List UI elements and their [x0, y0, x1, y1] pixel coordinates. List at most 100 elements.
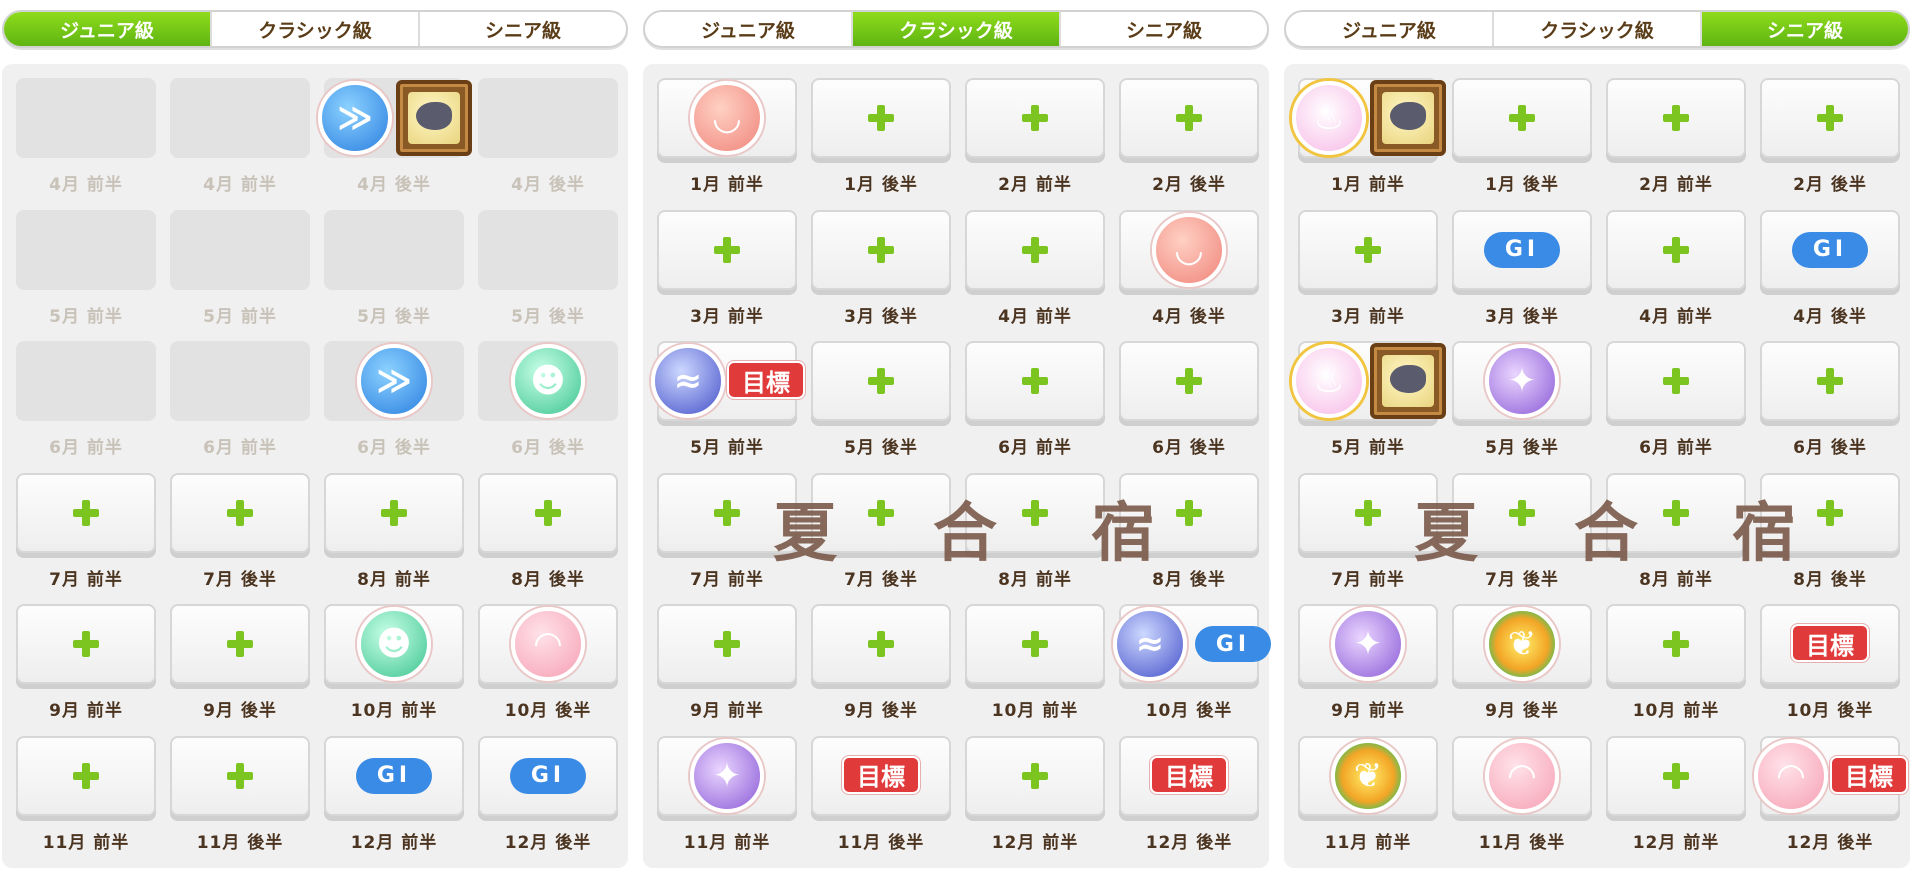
add-race-plus-icon [714, 499, 740, 526]
race-slot-button[interactable] [1760, 78, 1900, 158]
turn-label: 7月 前半 [49, 569, 123, 590]
schedule-panel: ジュニア級 クラシック級 シニア級 ◡ 1月 前半 1月 後半 2月 前半 2月 後半 3月 前… [641, 6, 1271, 868]
race-slot-button[interactable] [965, 604, 1105, 684]
race-slot-button [170, 341, 310, 421]
race-slot-button[interactable] [965, 735, 1105, 816]
race-slot-button[interactable] [1760, 341, 1900, 421]
race-slot-button[interactable] [170, 735, 310, 816]
support-card-icon [1370, 343, 1446, 419]
race-slot-button[interactable] [1119, 78, 1259, 158]
guts-training-icon: ☻ [511, 344, 585, 418]
race-slot-cell: 6月 前半 [965, 341, 1119, 471]
race-grid: ♨ 1月 前半 1月 後半 2月 前半 2月 後半 3月 前半 GI 3月 後半 4月 前半 GI… [1284, 64, 1910, 868]
add-race-plus-icon [73, 631, 99, 657]
tab-classic[interactable]: クラシック級 [1494, 12, 1702, 46]
onsen-training-icon: ♨ [1292, 344, 1366, 418]
race-slot-button[interactable] [1606, 341, 1746, 421]
race-slot-button[interactable] [811, 78, 951, 158]
leaf-training-icon: ❦ [1485, 607, 1559, 681]
wise-training-icon: ◠ [1754, 738, 1828, 813]
turn-label: 11月 前半 [683, 832, 771, 853]
race-slot-button[interactable] [16, 604, 156, 684]
race-slot-button[interactable] [324, 472, 464, 553]
race-slot-button [16, 341, 156, 421]
add-race-plus-icon [1663, 105, 1689, 131]
race-slot-cell: 8月 後半 [478, 472, 632, 603]
turn-label: 6月 前半 [203, 438, 277, 458]
race-slot-button[interactable] [1298, 209, 1438, 290]
turn-label: 4月 後半 [357, 175, 431, 195]
race-slot-cell: ◠ 10月 後半 [478, 604, 632, 734]
add-race-plus-icon [1509, 105, 1535, 131]
race-slot-button[interactable] [1606, 209, 1746, 290]
race-slot-cell: GI 12月 前半 [324, 735, 478, 866]
tab-classic[interactable]: クラシック級 [853, 12, 1061, 46]
race-slot-cell: ≈ GI 10月 後半 [1113, 604, 1273, 734]
race-grid: 4月 前半 4月 前半 ≫ 4月 後半 4月 後半 5月 前半 5月 前半 5月 後半 5月 後… [2, 64, 628, 868]
turn-label: 3月 前半 [1331, 306, 1405, 327]
race-slot-cell: 3月 前半 [1298, 209, 1452, 340]
tab-junior[interactable]: ジュニア級 [645, 12, 853, 46]
turn-label: 11月 後半 [837, 832, 925, 853]
turn-label: 6月 後半 [1793, 438, 1867, 458]
race-slot-button[interactable] [657, 209, 797, 290]
tab-senior[interactable]: シニア級 [1061, 12, 1267, 46]
race-slot-button[interactable] [657, 604, 797, 684]
race-slot-button[interactable] [965, 209, 1105, 290]
leaf-training-icon: ❦ [1331, 738, 1405, 813]
race-slot-button[interactable] [170, 472, 310, 553]
add-race-plus-icon [535, 499, 561, 526]
race-slot-button [324, 209, 464, 290]
race-slot-button[interactable] [170, 604, 310, 684]
add-race-plus-icon [381, 499, 407, 526]
tab-junior[interactable]: ジュニア級 [4, 12, 212, 46]
race-slot-cell: ✦ 5月 後半 [1452, 341, 1606, 471]
race-slot-button[interactable] [965, 341, 1105, 421]
race-slot-button[interactable] [478, 472, 618, 553]
summer-camp-text: 宿 [1732, 496, 1798, 571]
race-slot-button[interactable] [811, 341, 951, 421]
turn-label: 10月 前半 [350, 701, 438, 721]
race-slot-button[interactable] [16, 472, 156, 553]
race-slot-button [170, 78, 310, 158]
race-slot-button[interactable] [1606, 735, 1746, 816]
race-slot-cell: ☻ 6月 後半 [478, 341, 632, 471]
summer-camp-text: 夏 [773, 496, 839, 571]
tab-senior[interactable]: シニア級 [1702, 12, 1908, 46]
add-race-plus-icon [868, 236, 894, 263]
race-slot-button[interactable] [811, 604, 951, 684]
race-slot-button[interactable] [1119, 341, 1259, 421]
add-race-plus-icon [1663, 762, 1689, 789]
race-slot-cell: 2月 後半 [1119, 78, 1273, 208]
race-slot-cell: 11月 前半 [16, 735, 170, 866]
race-slot-button [478, 209, 618, 290]
turn-label: 9月 後半 [844, 701, 918, 721]
add-race-plus-icon [868, 631, 894, 657]
add-race-plus-icon [1022, 105, 1048, 131]
turn-label: 5月 後半 [511, 306, 585, 327]
race-slot-cell: 目標 10月 後半 [1760, 604, 1912, 734]
add-race-plus-icon [1022, 236, 1048, 263]
turn-label: 11月 前半 [1324, 832, 1412, 853]
tab-classic[interactable]: クラシック級 [212, 12, 420, 46]
race-slot-button[interactable] [811, 209, 951, 290]
race-slot-button[interactable] [1606, 78, 1746, 158]
turn-label: 4月 前半 [49, 175, 123, 195]
support-card-icon [1370, 80, 1446, 156]
add-race-plus-icon [714, 236, 740, 263]
wind-training-icon: ≈ [1113, 607, 1187, 681]
turn-label: 10月 後半 [1786, 701, 1874, 721]
summer-camp-text: 宿 [1091, 496, 1157, 571]
add-race-plus-icon [868, 105, 894, 131]
turn-label: 12月 後半 [504, 832, 592, 853]
race-slot-button[interactable] [965, 78, 1105, 158]
tab-junior[interactable]: ジュニア級 [1286, 12, 1494, 46]
race-slot-button[interactable] [1452, 78, 1592, 158]
race-slot-cell: 9月 後半 [811, 604, 965, 734]
race-slot-button [16, 209, 156, 290]
add-race-plus-icon [1022, 499, 1048, 526]
tab-senior[interactable]: シニア級 [420, 12, 626, 46]
race-slot-button[interactable] [1606, 604, 1746, 684]
race-slot-button[interactable] [16, 735, 156, 816]
add-race-plus-icon [227, 499, 253, 526]
